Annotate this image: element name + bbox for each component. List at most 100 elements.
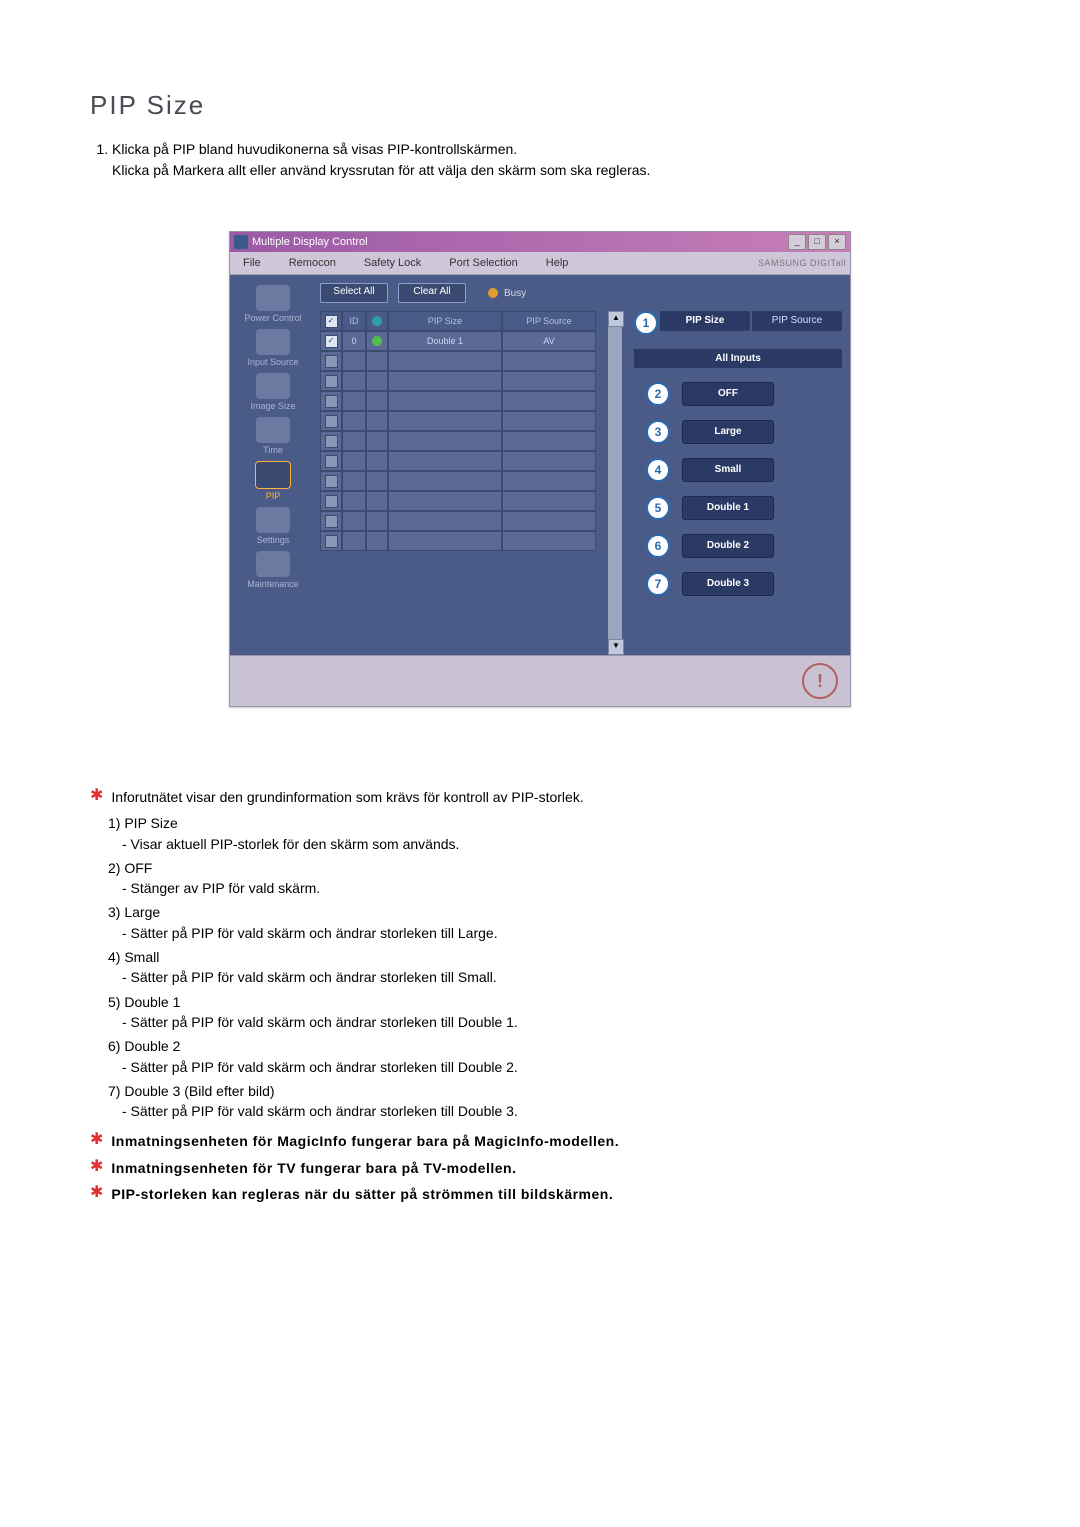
scroll-down-icon[interactable]: ▼ [608,639,624,655]
li-num: 7) [108,1083,120,1099]
option-small-button[interactable]: Small [682,458,774,482]
option-large-button[interactable]: Large [682,420,774,444]
table-row[interactable] [320,431,596,451]
li-num: 1) [108,815,120,831]
li-desc: - Sätter på PIP för vald skärm och ändra… [108,1012,990,1032]
table-row[interactable]: ✓ 0 Double 1 AV [320,331,596,351]
li-desc: - Sätter på PIP för vald skärm och ändra… [108,923,990,943]
row-checkbox[interactable] [325,455,338,468]
image-size-icon [256,373,290,399]
right-panel: 1 PIP Size PIP Source All Inputs 2 OFF 3L… [634,311,842,655]
sidebar-label: PIP [266,491,281,501]
busy-indicator: Busy [488,288,526,299]
callout-1: 1 [634,311,658,335]
table-row[interactable] [320,391,596,411]
display-grid: ✓ ID PIP Size PIP Source ✓ 0 Double 1 [320,311,596,655]
note-star-1: Inforutnätet visar den grundinformation … [111,787,583,807]
row-checkbox[interactable] [325,355,338,368]
table-row[interactable] [320,371,596,391]
row-checkbox[interactable] [325,535,338,548]
menu-safety-lock[interactable]: Safety Lock [355,254,430,272]
sidebar-label: Input Source [247,357,298,367]
menu-port-selection[interactable]: Port Selection [440,254,526,272]
li-num: 6) [108,1038,120,1054]
sidebar-label: Maintenance [247,579,299,589]
menubar: File Remocon Safety Lock Port Selection … [230,252,850,275]
row-checkbox[interactable] [325,435,338,448]
table-row[interactable] [320,471,596,491]
header-checkbox[interactable]: ✓ [325,315,338,328]
app-icon [234,235,248,249]
page-heading: PIP Size [90,90,990,121]
col-pip-size: PIP Size [388,311,502,331]
row-checkbox[interactable] [325,475,338,488]
row-checkbox[interactable] [325,515,338,528]
app-window: Multiple Display Control _ □ × File Remo… [229,231,851,707]
sidebar: Power Control Input Source Image Size Ti… [230,275,316,655]
clear-all-button[interactable]: Clear All [398,283,466,303]
sidebar-item-maintenance[interactable]: Maintenance [238,551,308,589]
menu-help[interactable]: Help [537,254,578,272]
col-pip-source: PIP Source [502,311,596,331]
row-id: 0 [342,331,366,351]
pip-icon [255,461,291,489]
sidebar-item-settings[interactable]: Settings [238,507,308,545]
close-button[interactable]: × [828,234,846,250]
table-row[interactable] [320,411,596,431]
scrollbar[interactable]: ▲ ▼ [608,311,622,655]
li-num: 3) [108,904,120,920]
callout-7: 7 [646,572,670,596]
tab-pip-source[interactable]: PIP Source [752,311,842,331]
callout-2: 2 [646,382,670,406]
option-double1-button[interactable]: Double 1 [682,496,774,520]
table-row[interactable] [320,491,596,511]
col-status [366,311,388,331]
table-row[interactable] [320,511,596,531]
row-checkbox[interactable]: ✓ [325,335,338,348]
callout-3: 3 [646,420,670,444]
sidebar-item-image-size[interactable]: Image Size [238,373,308,411]
maximize-button[interactable]: □ [808,234,826,250]
li-title: Double 3 (Bild efter bild) [124,1083,274,1099]
option-double2-button[interactable]: Double 2 [682,534,774,558]
option-off-button[interactable]: OFF [682,382,774,406]
sidebar-item-pip[interactable]: PIP [238,461,308,501]
status-dot-icon [372,336,382,346]
sidebar-item-time[interactable]: Time [238,417,308,455]
row-source: AV [502,331,596,351]
li-title: Double 1 [124,994,180,1010]
numbered-list: 1) PIP Size - Visar aktuell PIP-storlek f… [90,813,990,1121]
sidebar-item-input-source[interactable]: Input Source [238,329,308,367]
menu-file[interactable]: File [234,254,270,272]
table-row[interactable] [320,351,596,371]
intro-line-2: Klicka på Markera allt eller använd krys… [112,162,650,178]
row-checkbox[interactable] [325,415,338,428]
input-source-icon [256,329,290,355]
tab-pip-size[interactable]: PIP Size [660,311,750,331]
time-icon [256,417,290,443]
select-all-button[interactable]: Select All [320,283,388,303]
row-checkbox[interactable] [325,495,338,508]
intro-item-1: Klicka på PIP bland huvudikonerna så vis… [112,139,990,181]
sidebar-label: Image Size [250,401,295,411]
row-checkbox[interactable] [325,395,338,408]
li-title: PIP Size [124,815,177,831]
row-size: Double 1 [388,331,502,351]
sidebar-item-power-control[interactable]: Power Control [238,285,308,323]
li-title: OFF [124,860,152,876]
status-header-icon [372,316,382,326]
note-star-3: Inmatningsenheten för TV fungerar bara p… [111,1158,516,1178]
li-num: 2) [108,860,120,876]
table-row[interactable] [320,451,596,471]
star-icon: ✱ [90,1158,103,1178]
table-row[interactable] [320,531,596,551]
brand-label: SAMSUNG DIGITall [758,258,846,268]
minimize-button[interactable]: _ [788,234,806,250]
option-double3-button[interactable]: Double 3 [682,572,774,596]
menu-remocon[interactable]: Remocon [280,254,345,272]
scroll-up-icon[interactable]: ▲ [608,311,624,327]
window-title: Multiple Display Control [252,236,368,248]
all-inputs-header: All Inputs [634,349,842,368]
li-desc: - Visar aktuell PIP-storlek för den skär… [108,834,990,854]
row-checkbox[interactable] [325,375,338,388]
